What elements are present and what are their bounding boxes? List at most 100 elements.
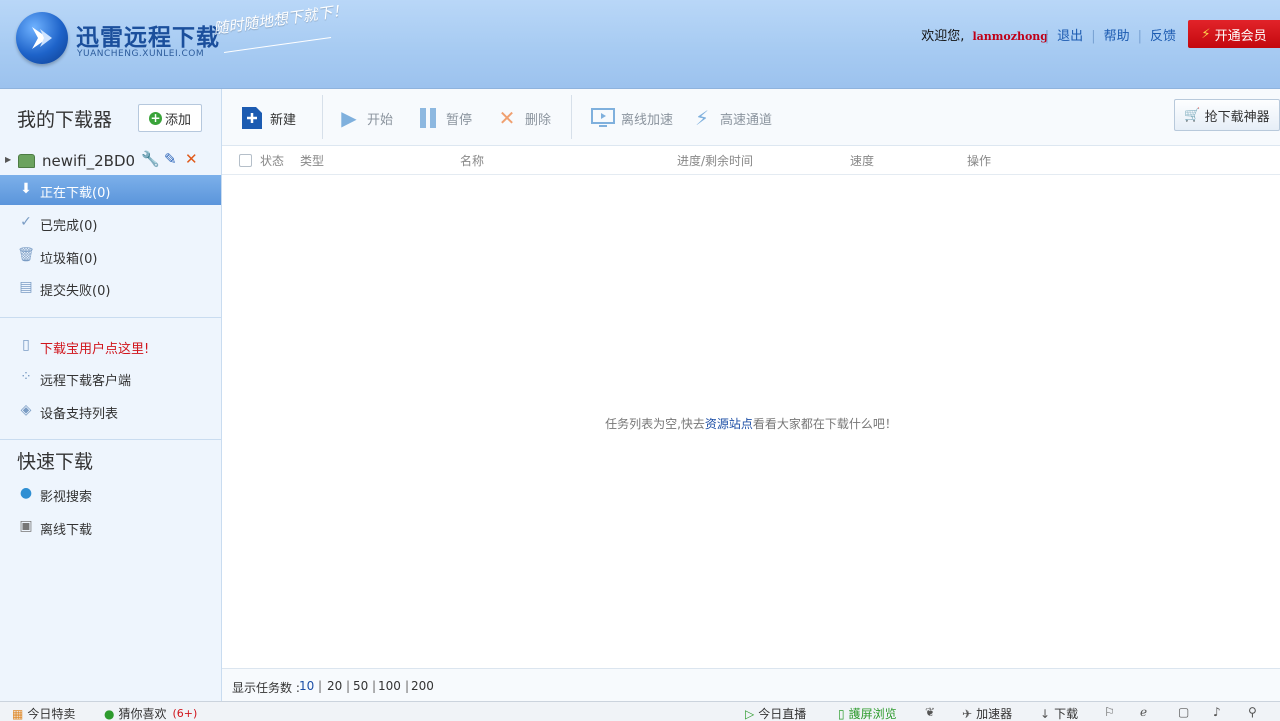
client-link[interactable]: ⁘ 远程下载客户端 <box>0 363 221 393</box>
pager-label: 显示任务数 : <box>232 681 300 695</box>
play-circle-icon: ▷ <box>745 706 755 721</box>
user-greeting: 欢迎您, lanmozhong <box>921 25 1048 44</box>
top-header: 迅雷远程下载 YUANCHENG.XUNLEI.COM 随时随地想下就下！ 欢迎… <box>0 0 1280 89</box>
layers-icon: ◈ <box>20 402 32 418</box>
xunlei-logo-icon <box>16 12 68 64</box>
delete-x-icon: ✕ <box>498 106 516 130</box>
volume-icon: ♪ <box>1213 705 1221 719</box>
delete-button[interactable]: ✕ 删除 <box>495 103 551 133</box>
my-downloaders-title: 我的下载器 <box>17 109 113 131</box>
page-size-50[interactable]: 50 <box>353 679 368 693</box>
wrench-icon[interactable]: 🔧 <box>141 150 160 168</box>
open-vip-button[interactable]: ⚡ 开通会员 <box>1188 20 1280 48</box>
col-actions: 操作 <box>967 154 992 168</box>
leaf-icon: ❦ <box>925 705 936 719</box>
download-item[interactable]: ↓ 下载 <box>1040 705 1078 721</box>
pause-button[interactable]: 暂停 <box>416 103 472 133</box>
trash-icon: 🗑 <box>17 247 35 263</box>
volume-icon-item[interactable]: ♪ <box>1213 705 1225 719</box>
device-row[interactable]: ▶ newifi_2BD0 🔧 ✎ ✕ <box>0 148 221 174</box>
sidebar: 我的下载器 + 添加 ▶ newifi_2BD0 🔧 ✎ ✕ ⬇ 正在下载(0)… <box>0 89 222 701</box>
col-type[interactable]: 类型 <box>300 152 324 169</box>
router-icon <box>18 154 35 168</box>
nav-submit-failed[interactable]: ▤ 提交失败(0) <box>0 273 221 303</box>
plus-icon: + <box>148 110 162 125</box>
grid-icon: ⁘ <box>20 369 32 385</box>
offline-download-link[interactable]: ▣ 离线下载 <box>0 512 221 542</box>
screen-browse-item[interactable]: ▯ 護屏浏览 <box>838 705 897 721</box>
lightning-icon: ⚡ <box>694 106 710 130</box>
ie-icon-item[interactable]: ℯ <box>1140 705 1151 719</box>
download-arrow-icon: ⬇ <box>20 181 32 197</box>
task-list: 任务列表为空,快去资源站点看看大家都在下载什么吧！ <box>222 175 1280 668</box>
nav-completed[interactable]: ✓ 已完成(0) <box>0 208 221 238</box>
slogan: 随时随地想下就下！ <box>212 1 349 38</box>
ie-icon: ℯ <box>1140 705 1148 719</box>
sidebar-divider <box>0 317 221 318</box>
col-status[interactable]: 状态 <box>260 152 284 169</box>
globe-icon: ● <box>19 485 33 501</box>
brand-title: 迅雷远程下载 <box>76 25 220 51</box>
today-sale-item[interactable]: ▦ 今日特卖 <box>12 705 75 721</box>
quick-download-title: 快速下载 <box>17 451 94 473</box>
feedback-link[interactable]: 反馈 <box>1142 29 1184 44</box>
col-progress[interactable]: 进度/剩余时间 <box>677 152 753 169</box>
zoom-icon-item[interactable]: ⚲ <box>1248 705 1261 719</box>
device-name: newifi_2BD0 <box>42 152 136 170</box>
gift-icon: ▦ <box>12 706 24 721</box>
help-link[interactable]: 帮助 <box>1096 29 1138 44</box>
grab-download-button[interactable]: 🛒 抢下载神器 <box>1174 99 1280 131</box>
offline-accel-button[interactable]: 离线加速 <box>591 103 673 133</box>
rocket-icon: ✈ <box>962 706 973 721</box>
monitor-icon <box>591 106 615 130</box>
edit-icon[interactable]: ✎ <box>164 150 177 168</box>
logout-link[interactable]: 退出 <box>1049 29 1091 44</box>
close-icon[interactable]: ✕ <box>185 150 198 168</box>
page-size-100[interactable]: 100 <box>378 679 401 693</box>
page-size-20[interactable]: 20 <box>327 679 342 693</box>
welcome-text: 欢迎您, <box>921 29 965 44</box>
window-icon: ▢ <box>1178 705 1190 719</box>
username: lanmozhong <box>972 30 1048 43</box>
live-today-item[interactable]: ▷ 今日直播 <box>745 705 806 721</box>
zoom-icon: ⚲ <box>1248 705 1257 719</box>
device-list-link[interactable]: ◈ 设备支持列表 <box>0 396 221 426</box>
leaf-icon-item[interactable]: ❦ <box>925 705 939 719</box>
check-icon: ✓ <box>20 214 32 230</box>
select-all-checkbox[interactable] <box>239 154 252 167</box>
failed-doc-icon: ▤ <box>19 279 33 295</box>
col-speed[interactable]: 速度 <box>850 152 874 169</box>
empty-message: 任务列表为空,快去资源站点看看大家都在下载什么吧！ <box>605 417 897 431</box>
page-size-200[interactable]: 200 <box>411 679 434 693</box>
phone-icon: ▯ <box>838 706 845 721</box>
brand-subtitle: YUANCHENG.XUNLEI.COM <box>77 49 205 59</box>
add-label: 添加 <box>164 112 191 128</box>
col-name[interactable]: 名称 <box>460 152 484 169</box>
new-plus-icon <box>240 106 264 130</box>
slogan-underline <box>224 36 332 53</box>
movie-search-link[interactable]: ● 影视搜索 <box>0 479 221 509</box>
guess-you-like-item[interactable]: ● 猜你喜欢 (6+) <box>104 705 197 721</box>
download-icon: ↓ <box>1040 706 1051 721</box>
sidebar-divider <box>0 439 221 440</box>
promo-link[interactable]: ▯ 下载宝用户点这里! <box>0 331 221 361</box>
window-icon-item[interactable]: ▢ <box>1178 705 1193 719</box>
add-downloader-button[interactable]: + 添加 <box>138 104 202 132</box>
cart-icon: 🛒 <box>1184 107 1201 123</box>
expand-arrow-icon[interactable]: ▶ <box>5 155 11 164</box>
flag-icon: ⚐ <box>1104 705 1115 719</box>
play-icon: ▶ <box>341 106 357 130</box>
pause-icon <box>416 106 440 130</box>
vip-label: 开通会员 <box>1214 28 1267 44</box>
high-speed-button[interactable]: ⚡ 高速通道 <box>690 103 772 133</box>
flag-icon-item[interactable]: ⚐ <box>1104 705 1119 719</box>
resource-site-link[interactable]: 资源站点 <box>705 417 753 431</box>
page-size-10[interactable]: 10 <box>299 679 314 693</box>
start-button[interactable]: ▶ 开始 <box>337 103 393 133</box>
new-task-button[interactable]: 新建 <box>240 103 296 133</box>
nav-trash[interactable]: 🗑 垃圾箱(0) <box>0 241 221 271</box>
offline-icon: ▣ <box>19 518 33 534</box>
green-dot-icon: ● <box>104 706 115 721</box>
accelerator-item[interactable]: ✈ 加速器 <box>962 705 1012 721</box>
nav-downloading[interactable]: ⬇ 正在下载(0) <box>0 175 221 205</box>
